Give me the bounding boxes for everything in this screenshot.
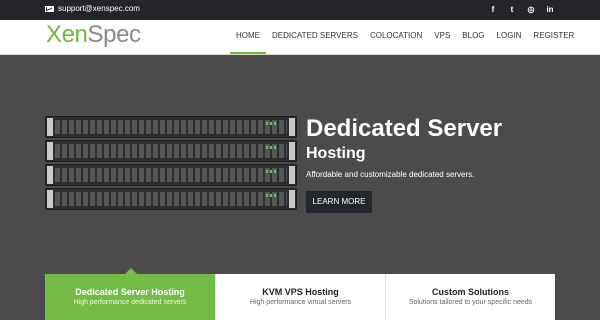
site-logo[interactable]: XenSpec	[46, 21, 141, 49]
card-kvm-vps-hosting[interactable]: KVM VPS Hosting High performance virtual…	[215, 274, 385, 320]
card-dedicated-server-hosting[interactable]: Dedicated Server Hosting High performanc…	[45, 268, 215, 320]
card-title: Dedicated Server Hosting	[75, 287, 185, 297]
card-title: KVM VPS Hosting	[262, 287, 339, 297]
card-description: High performance dedicated servers	[73, 299, 187, 306]
learn-more-button[interactable]: LEARN MORE	[306, 191, 372, 213]
nav-item-vps[interactable]: VPS	[428, 20, 456, 54]
card-custom-solutions[interactable]: Custom Solutions Solutions tailored to y…	[385, 274, 555, 320]
support-email-text: support@xenspec.com	[58, 4, 140, 13]
nav-item-dedicated-servers[interactable]: DEDICATED SERVERS	[266, 20, 364, 54]
nav-item-login[interactable]: LOGIN	[491, 20, 528, 54]
hero-subtitle: Hosting	[306, 145, 366, 162]
twitter-icon[interactable]: t	[506, 4, 518, 16]
logo-text-secondary: Spec	[87, 21, 142, 48]
card-description: Solutions tailored to your specific need…	[408, 299, 533, 306]
top-bar: support@xenspec.com f t ◎ in	[0, 0, 600, 20]
server-unit	[45, 140, 297, 162]
hero-title: Dedicated Server	[306, 115, 503, 142]
instagram-icon[interactable]: ◎	[525, 4, 537, 16]
linkedin-icon[interactable]: in	[544, 4, 556, 16]
server-unit	[45, 164, 297, 186]
main-navbar: XenSpec HOME DEDICATED SERVERS COLOCATIO…	[0, 20, 600, 55]
nav-item-register[interactable]: REGISTER	[527, 20, 580, 54]
nav-item-home[interactable]: HOME	[230, 20, 266, 54]
support-email[interactable]: support@xenspec.com	[45, 4, 140, 13]
nav-menu: HOME DEDICATED SERVERS COLOCATION VPS BL…	[230, 20, 580, 54]
card-title: Custom Solutions	[432, 287, 509, 297]
facebook-icon[interactable]: f	[487, 4, 499, 16]
server-unit	[45, 188, 297, 210]
card-description: High performance virtual servers	[249, 299, 352, 306]
server-rack-image	[45, 116, 297, 211]
nav-item-colocation[interactable]: COLOCATION	[364, 20, 428, 54]
logo-text-primary: Xen	[46, 21, 88, 48]
service-cards: Dedicated Server Hosting High performanc…	[45, 268, 555, 320]
server-unit	[45, 116, 297, 138]
nav-item-blog[interactable]: BLOG	[456, 20, 490, 54]
envelope-icon	[45, 5, 54, 12]
hero-description: Affordable and customizable dedicated se…	[306, 170, 475, 179]
